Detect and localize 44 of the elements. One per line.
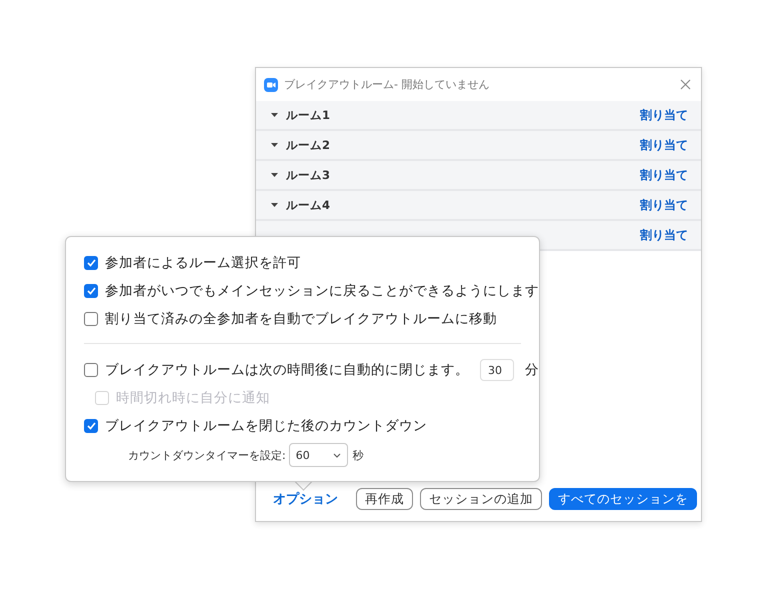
- unit-label: 分: [525, 361, 539, 379]
- assign-link[interactable]: 割り当て: [640, 226, 688, 244]
- room-row[interactable]: ルーム1 割り当て: [256, 101, 701, 131]
- caret-icon[interactable]: [271, 113, 278, 117]
- chevron-icon: [332, 452, 341, 458]
- close-icon[interactable]: [680, 79, 691, 90]
- caret-icon[interactable]: [271, 203, 278, 207]
- assign-link[interactable]: 割り当て: [640, 136, 688, 154]
- action-button[interactable]: セッションの追加: [420, 488, 542, 510]
- checkbox[interactable]: [84, 312, 98, 326]
- assign-link[interactable]: 割り当て: [640, 166, 688, 184]
- option-label: 参加者によるルーム選択を許可: [105, 254, 301, 272]
- checkbox[interactable]: [84, 419, 98, 433]
- unit-label: 秒: [352, 448, 364, 462]
- assign-link[interactable]: 割り当て: [640, 196, 688, 214]
- room-row[interactable]: ルーム4 割り当て: [256, 191, 701, 221]
- option-label: ブレイクアウトルームは次の時間後に自動的に閉じます。: [105, 361, 469, 379]
- countdown-select[interactable]: 60: [288, 443, 348, 467]
- check-icon: [86, 259, 96, 267]
- option-label: 参加者がいつでもメインセッションに戻ることができるようにします: [105, 282, 539, 300]
- checkbox[interactable]: [84, 256, 98, 270]
- room-row[interactable]: ルーム3 割り当て: [256, 161, 701, 191]
- check-icon: [86, 287, 96, 295]
- room-name: ルーム1: [286, 108, 332, 122]
- caret-icon[interactable]: [271, 143, 278, 147]
- action-button[interactable]: 再作成: [356, 488, 413, 510]
- primary-button[interactable]: すべてのセッションを: [549, 488, 697, 510]
- options-link[interactable]: オプション: [273, 490, 338, 508]
- checkbox[interactable]: [84, 363, 98, 377]
- timer-label: カウントダウンタイマーを設定:: [128, 448, 286, 462]
- option-label: 割り当て済みの全参加者を自動でブレイクアウトルームに移動: [105, 310, 497, 328]
- camera-icon: [264, 78, 278, 92]
- window-title: ブレイクアウトルーム- 開始していません: [284, 77, 490, 92]
- option-label: 時間切れ時に自分に通知: [116, 389, 270, 407]
- room-name: ルーム3: [286, 168, 332, 182]
- assign-link[interactable]: 割り当て: [640, 106, 688, 124]
- caret-icon[interactable]: [271, 173, 278, 177]
- checkbox[interactable]: [84, 284, 98, 298]
- room-name: ルーム4: [286, 198, 332, 212]
- room-name: ルーム2: [286, 138, 332, 152]
- minutes-field[interactable]: 30: [480, 359, 514, 381]
- room-row[interactable]: ルーム2 割り当て: [256, 131, 701, 161]
- option-label: ブレイクアウトルームを閉じた後のカウントダウン: [105, 417, 427, 435]
- check-icon: [86, 422, 96, 430]
